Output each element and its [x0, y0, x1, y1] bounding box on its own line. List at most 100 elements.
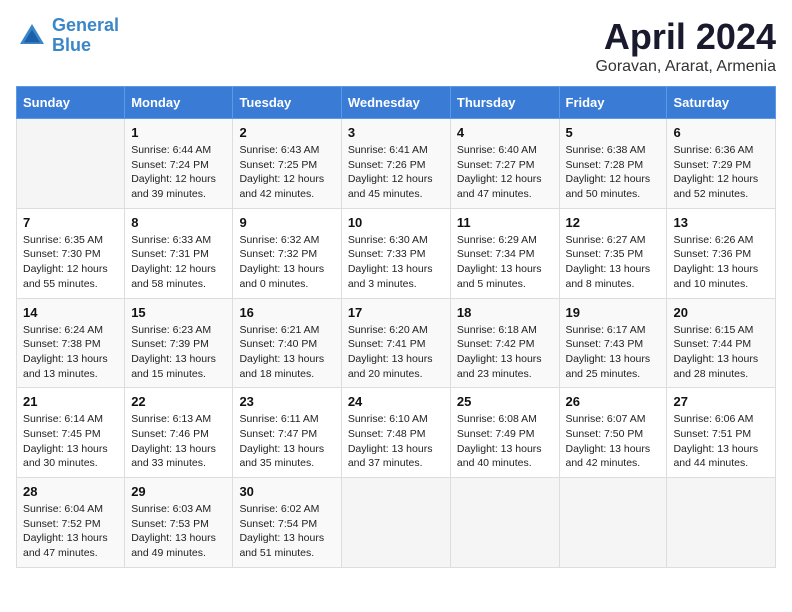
day-number: 2 [239, 125, 334, 140]
logo-icon [16, 20, 48, 52]
calendar-cell [341, 478, 450, 568]
day-info: Sunrise: 6:10 AMSunset: 7:48 PMDaylight:… [348, 412, 444, 471]
calendar-cell: 7 Sunrise: 6:35 AMSunset: 7:30 PMDaylight… [17, 208, 125, 298]
logo-line2: Blue [52, 36, 119, 56]
calendar-cell: 17 Sunrise: 6:20 AMSunset: 7:41 PMDayligh… [341, 298, 450, 388]
day-number: 9 [239, 215, 334, 230]
day-info: Sunrise: 6:41 AMSunset: 7:26 PMDaylight:… [348, 143, 444, 202]
day-info: Sunrise: 6:02 AMSunset: 7:54 PMDaylight:… [239, 502, 334, 561]
day-number: 20 [673, 305, 769, 320]
calendar-cell: 30 Sunrise: 6:02 AMSunset: 7:54 PMDayligh… [233, 478, 341, 568]
day-info: Sunrise: 6:36 AMSunset: 7:29 PMDaylight:… [673, 143, 769, 202]
day-number: 11 [457, 215, 553, 230]
day-number: 25 [457, 394, 553, 409]
day-info: Sunrise: 6:35 AMSunset: 7:30 PMDaylight:… [23, 233, 118, 292]
subtitle: Goravan, Ararat, Armenia [595, 58, 776, 76]
calendar-cell: 3 Sunrise: 6:41 AMSunset: 7:26 PMDaylight… [341, 119, 450, 209]
calendar-cell: 25 Sunrise: 6:08 AMSunset: 7:49 PMDayligh… [450, 388, 559, 478]
calendar-table: SundayMondayTuesdayWednesdayThursdayFrid… [16, 86, 776, 568]
header-thursday: Thursday [450, 87, 559, 119]
day-number: 16 [239, 305, 334, 320]
day-number: 8 [131, 215, 226, 230]
week-row-1: 7 Sunrise: 6:35 AMSunset: 7:30 PMDaylight… [17, 208, 776, 298]
title-area: April 2024 Goravan, Ararat, Armenia [595, 16, 776, 76]
calendar-cell: 19Sunrise: 6:17 AMSunset: 7:43 PMDayligh… [559, 298, 667, 388]
day-info: Sunrise: 6:44 AMSunset: 7:24 PMDaylight:… [131, 143, 226, 202]
day-number: 13 [673, 215, 769, 230]
week-row-3: 21Sunrise: 6:14 AMSunset: 7:45 PMDayligh… [17, 388, 776, 478]
calendar-cell: 13 Sunrise: 6:26 AMSunset: 7:36 PMDayligh… [667, 208, 776, 298]
day-number: 23 [239, 394, 334, 409]
day-number: 1 [131, 125, 226, 140]
calendar-cell: 21Sunrise: 6:14 AMSunset: 7:45 PMDayligh… [17, 388, 125, 478]
calendar-cell: 14Sunrise: 6:24 AMSunset: 7:38 PMDayligh… [17, 298, 125, 388]
main-title: April 2024 [595, 16, 776, 58]
day-number: 27 [673, 394, 769, 409]
calendar-cell: 2 Sunrise: 6:43 AMSunset: 7:25 PMDaylight… [233, 119, 341, 209]
day-info: Sunrise: 6:04 AMSunset: 7:52 PMDaylight:… [23, 502, 118, 561]
header-wednesday: Wednesday [341, 87, 450, 119]
day-info: Sunrise: 6:18 AMSunset: 7:42 PMDaylight:… [457, 323, 553, 382]
calendar-cell: 4Sunrise: 6:40 AMSunset: 7:27 PMDaylight… [450, 119, 559, 209]
calendar-header-row: SundayMondayTuesdayWednesdayThursdayFrid… [17, 87, 776, 119]
calendar-cell: 1 Sunrise: 6:44 AMSunset: 7:24 PMDaylight… [125, 119, 233, 209]
day-info: Sunrise: 6:23 AMSunset: 7:39 PMDaylight:… [131, 323, 226, 382]
logo: General Blue [16, 16, 119, 56]
header-friday: Friday [559, 87, 667, 119]
day-number: 3 [348, 125, 444, 140]
calendar-cell: 12 Sunrise: 6:27 AMSunset: 7:35 PMDayligh… [559, 208, 667, 298]
calendar-cell: 16Sunrise: 6:21 AMSunset: 7:40 PMDayligh… [233, 298, 341, 388]
day-number: 7 [23, 215, 118, 230]
day-info: Sunrise: 6:38 AMSunset: 7:28 PMDaylight:… [566, 143, 661, 202]
day-info: Sunrise: 6:07 AMSunset: 7:50 PMDaylight:… [566, 412, 661, 471]
calendar-cell: 27Sunrise: 6:06 AMSunset: 7:51 PMDayligh… [667, 388, 776, 478]
calendar-cell [559, 478, 667, 568]
day-number: 30 [239, 484, 334, 499]
calendar-cell: 26Sunrise: 6:07 AMSunset: 7:50 PMDayligh… [559, 388, 667, 478]
day-info: Sunrise: 6:03 AMSunset: 7:53 PMDaylight:… [131, 502, 226, 561]
week-row-0: 1 Sunrise: 6:44 AMSunset: 7:24 PMDaylight… [17, 119, 776, 209]
day-info: Sunrise: 6:08 AMSunset: 7:49 PMDaylight:… [457, 412, 553, 471]
day-number: 14 [23, 305, 118, 320]
week-row-4: 28 Sunrise: 6:04 AMSunset: 7:52 PMDayligh… [17, 478, 776, 568]
day-info: Sunrise: 6:26 AMSunset: 7:36 PMDaylight:… [673, 233, 769, 292]
day-number: 4 [457, 125, 553, 140]
page-header: General Blue April 2024 Goravan, Ararat,… [16, 16, 776, 76]
day-number: 5 [566, 125, 661, 140]
day-number: 6 [673, 125, 769, 140]
calendar-cell: 20 Sunrise: 6:15 AMSunset: 7:44 PMDayligh… [667, 298, 776, 388]
day-number: 10 [348, 215, 444, 230]
calendar-cell: 11Sunrise: 6:29 AMSunset: 7:34 PMDayligh… [450, 208, 559, 298]
day-number: 29 [131, 484, 226, 499]
day-number: 12 [566, 215, 661, 230]
header-tuesday: Tuesday [233, 87, 341, 119]
calendar-cell [667, 478, 776, 568]
logo-text: General Blue [52, 16, 119, 56]
calendar-cell: 10 Sunrise: 6:30 AMSunset: 7:33 PMDayligh… [341, 208, 450, 298]
day-info: Sunrise: 6:11 AMSunset: 7:47 PMDaylight:… [239, 412, 334, 471]
day-info: Sunrise: 6:13 AMSunset: 7:46 PMDaylight:… [131, 412, 226, 471]
day-info: Sunrise: 6:32 AMSunset: 7:32 PMDaylight:… [239, 233, 334, 292]
day-number: 21 [23, 394, 118, 409]
day-info: Sunrise: 6:43 AMSunset: 7:25 PMDaylight:… [239, 143, 334, 202]
calendar-cell [17, 119, 125, 209]
week-row-2: 14Sunrise: 6:24 AMSunset: 7:38 PMDayligh… [17, 298, 776, 388]
header-monday: Monday [125, 87, 233, 119]
calendar-cell: 29 Sunrise: 6:03 AMSunset: 7:53 PMDayligh… [125, 478, 233, 568]
day-number: 18 [457, 305, 553, 320]
calendar-cell: 6 Sunrise: 6:36 AMSunset: 7:29 PMDaylight… [667, 119, 776, 209]
day-number: 17 [348, 305, 444, 320]
day-number: 28 [23, 484, 118, 499]
day-info: Sunrise: 6:33 AMSunset: 7:31 PMDaylight:… [131, 233, 226, 292]
calendar-cell: 8 Sunrise: 6:33 AMSunset: 7:31 PMDaylight… [125, 208, 233, 298]
calendar-cell: 22 Sunrise: 6:13 AMSunset: 7:46 PMDayligh… [125, 388, 233, 478]
day-number: 15 [131, 305, 226, 320]
day-number: 22 [131, 394, 226, 409]
day-info: Sunrise: 6:20 AMSunset: 7:41 PMDaylight:… [348, 323, 444, 382]
calendar-cell: 15 Sunrise: 6:23 AMSunset: 7:39 PMDayligh… [125, 298, 233, 388]
day-info: Sunrise: 6:27 AMSunset: 7:35 PMDaylight:… [566, 233, 661, 292]
day-info: Sunrise: 6:15 AMSunset: 7:44 PMDaylight:… [673, 323, 769, 382]
day-number: 24 [348, 394, 444, 409]
day-info: Sunrise: 6:30 AMSunset: 7:33 PMDaylight:… [348, 233, 444, 292]
day-number: 19 [566, 305, 661, 320]
